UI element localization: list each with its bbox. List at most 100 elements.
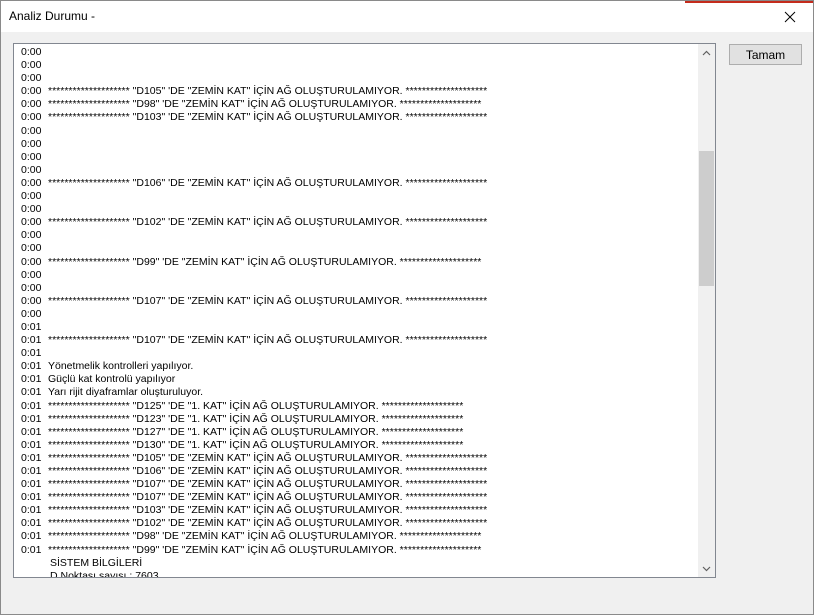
log-line-text: ******************** "D99" 'DE "ZEMİN KA… (48, 543, 482, 556)
log-line: 0:00 ******************** "D106" 'DE "ZEM… (14, 177, 698, 190)
log-line: 0:00 ******************** "D98" 'DE "ZEMİ… (14, 98, 698, 111)
log-line-text: ******************** "D123" 'DE "1. KAT"… (48, 412, 464, 425)
log-line: 0:00 (14, 190, 698, 203)
close-button[interactable] (767, 1, 813, 32)
log-line: 0:01 ******************** "D125" 'DE "1. … (14, 400, 698, 413)
log-line: 0:01 ******************** "D127" 'DE "1. … (14, 426, 698, 439)
log-line-time: 0:00 (21, 268, 42, 281)
log-line-text: ******************** "D107" 'DE "ZEMİN K… (48, 491, 488, 504)
log-line: 0:01 (14, 347, 698, 360)
log-line-time: 0:00 (21, 72, 42, 85)
log-line-time: 0:00 (21, 150, 42, 163)
log-line-text: ******************** "D102" 'DE "ZEMİN K… (48, 216, 488, 229)
log-lines: 0:00 0:00 0:00 0:00 ******************** "D1… (14, 46, 698, 577)
log-line-time: 0:01 (21, 386, 42, 399)
log-line-time: 0:00 (21, 216, 42, 229)
log-line-time: 0:00 (21, 255, 42, 268)
log-line-text: ******************** "D105" 'DE "ZEMİN K… (48, 85, 488, 98)
log-line-time: 0:01 (21, 517, 42, 530)
log-line: 0:00 (14, 59, 698, 72)
log-line: 0:01 ******************** "D98" 'DE "ZEMİ… (14, 530, 698, 543)
log-line-time: 0:00 (21, 137, 42, 150)
log-line: 0:00 (14, 308, 698, 321)
log-line-time: 0:00 (21, 59, 42, 72)
title-bar[interactable]: Analiz Durumu - (1, 1, 813, 32)
scroll-up-button[interactable] (698, 44, 715, 61)
log-line: 0:01 ******************** "D107" 'DE "ZEM… (14, 491, 698, 504)
log-line-time: 0:00 (21, 229, 42, 242)
log-line-text: ******************** "D107" 'DE "ZEMİN K… (48, 294, 488, 307)
log-line-time: 0:00 (21, 124, 42, 137)
log-line: 0:00 (14, 203, 698, 216)
log-line: 0:00 (14, 151, 698, 164)
log-line: 0:00 ******************** "D105" 'DE "ZEM… (14, 85, 698, 98)
log-line-time: 0:00 (21, 98, 42, 111)
log-line: SİSTEM BİLGİLERİ (14, 557, 698, 570)
log-line-text: ******************** "D99" 'DE "ZEMİN KA… (48, 255, 482, 268)
scrollbar-thumb[interactable] (699, 150, 714, 286)
scroll-down-button[interactable] (698, 560, 715, 577)
close-icon (784, 11, 796, 22)
log-line-text: ******************** "D105" 'DE "ZEMİN K… (48, 451, 488, 464)
log-line: 0:01 ******************** "D103" 'DE "ZEM… (14, 504, 698, 517)
log-line-text: ******************** "D102" 'DE "ZEMİN K… (48, 517, 488, 530)
log-line-time: 0:01 (21, 451, 42, 464)
log-line-text: Güçlü kat kontrolü yapılıyor (48, 373, 176, 386)
log-line-text: ******************** "D106" 'DE "ZEMİN K… (48, 465, 488, 477)
log-line-time: 0:01 (21, 412, 42, 425)
log-line-time: 0:00 (21, 294, 42, 307)
log-line-text: ******************** "D130" 'DE "1. KAT"… (48, 438, 464, 451)
log-line: 0:00 ******************** "D102" 'DE "ZEM… (14, 216, 698, 229)
log-line-time: 0:01 (21, 399, 42, 412)
log-scrollbar[interactable] (698, 44, 715, 577)
log-line: 0:01 ******************** "D123" 'DE "1. … (14, 413, 698, 426)
log-line: 0:00 (14, 282, 698, 295)
log-line-time: 0:00 (21, 85, 42, 98)
log-line: D.Noktası sayısı : 7603 (14, 570, 698, 577)
log-line: 0:00 (14, 125, 698, 138)
chevron-up-icon (702, 50, 711, 55)
log-line-text: ******************** "D103" 'DE "ZEMİN K… (48, 504, 488, 517)
log-line-time: 0:01 (21, 543, 42, 556)
log-line: 0:00 ******************** "D103" 'DE "ZEM… (14, 111, 698, 124)
log-line: 0:01 ******************** "D107" 'DE "ZEM… (14, 478, 698, 491)
log-line-text: ******************** "D127" 'DE "1. KAT"… (48, 425, 464, 438)
log-line-time: 0:01 (21, 465, 42, 477)
analysis-log[interactable]: 0:00 0:00 0:00 0:00 ******************** "D1… (13, 43, 716, 578)
log-line: 0:01 ******************** "D130" 'DE "1. … (14, 439, 698, 452)
log-line: 0:01 ******************** "D99" 'DE "ZEMİ… (14, 544, 698, 557)
log-line-time: 0:00 (21, 176, 42, 189)
log-line: 0:01 ******************** "D106" 'DE "ZEM… (14, 465, 698, 478)
log-line-text: ******************** "D125" 'DE "1. KAT"… (48, 399, 464, 412)
log-line-time: 0:00 (21, 307, 42, 320)
log-line-time: 0:00 (21, 111, 42, 124)
log-line: 0:01 Yarı rijit diyaframlar oluşturuluyor… (14, 386, 698, 399)
log-line-time: 0:01 (21, 320, 42, 333)
log-line-time: 0:00 (21, 190, 42, 203)
log-line-time: 0:00 (21, 203, 42, 216)
log-line-text: ******************** "D107" 'DE "ZEMİN K… (48, 334, 488, 347)
log-line-time: 0:01 (21, 347, 42, 360)
log-line-text: ******************** "D98" 'DE "ZEMİN KA… (48, 530, 482, 543)
log-line-text: Yarı rijit diyaframlar oluşturuluyor. (48, 386, 204, 399)
log-line-text: D.Noktası sayısı : 7603 (50, 569, 159, 577)
log-line: 0:00 (14, 242, 698, 255)
log-line: 0:00 (14, 164, 698, 177)
log-line: 0:01 (14, 321, 698, 334)
log-line: 0:00 (14, 229, 698, 242)
log-line: 0:00 (14, 46, 698, 59)
log-line: 0:00 (14, 72, 698, 85)
log-line-time: 0:00 (21, 163, 42, 176)
chevron-down-icon (702, 566, 711, 571)
log-line: 0:00 ******************** "D107" 'DE "ZEM… (14, 295, 698, 308)
log-line-text: SİSTEM BİLGİLERİ (50, 556, 143, 569)
log-line-time: 0:01 (21, 438, 42, 451)
log-line: 0:00 (14, 138, 698, 151)
log-line-time: 0:01 (21, 360, 42, 373)
log-line-text: ******************** "D107" 'DE "ZEMİN K… (48, 478, 488, 491)
log-line-time: 0:01 (21, 491, 42, 504)
ok-button[interactable]: Tamam (729, 44, 802, 65)
log-line: 0:01 Yönetmelik kontrolleri yapılıyor. (14, 360, 698, 373)
log-line-time: 0:01 (21, 334, 42, 347)
log-line-text: ******************** "D98" 'DE "ZEMİN KA… (48, 98, 482, 111)
